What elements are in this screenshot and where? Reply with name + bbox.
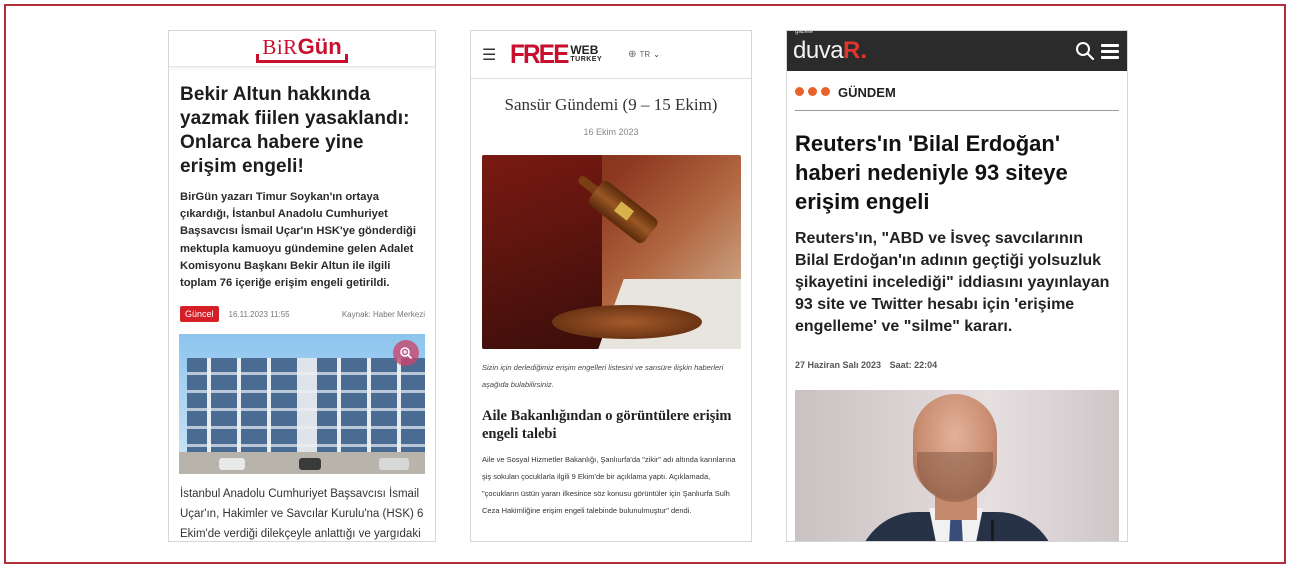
freeweb-date: 16 Ekim 2023	[583, 127, 639, 137]
birgun-meta: Güncel 16.11.2023 11:55 Kaynak: Haber Me…	[169, 292, 435, 323]
freeweb-header: ☰ FREE WEB TURKEY ⊕ TR ⌄	[471, 31, 751, 79]
category-dots-icon	[795, 83, 834, 101]
duvar-header: gazete duva R.	[787, 31, 1127, 71]
search-icon[interactable]	[1075, 41, 1095, 61]
hamburger-menu-icon[interactable]: ☰	[482, 45, 496, 65]
globe-icon: ⊕	[628, 49, 637, 60]
duvar-logo-dot: .	[860, 37, 868, 64]
duvar-article-panel: gazete duva R. GÜNDEM Reuters'ın 'Bilal E…	[786, 30, 1128, 542]
freeweb-caption: Sizin için derlediğimiz erişim engelleri…	[482, 363, 724, 389]
freeweb-body-text: Aile ve Sosyal Hizmetler Bakanlığı, Şanl…	[482, 455, 736, 515]
duvar-headline: Reuters'ın 'Bilal Erdoğan' haberi nedeni…	[795, 131, 1068, 214]
birgun-category-tag[interactable]: Güncel	[180, 306, 219, 323]
birgun-source: Kaynak: Haber Merkezi	[341, 309, 425, 319]
birgun-date: 16.11.2023 11:55	[228, 309, 290, 319]
birgun-courthouse-photo[interactable]	[179, 334, 425, 475]
duvar-category[interactable]: GÜNDEM	[787, 71, 1127, 101]
birgun-lead: BirGün yazarı Timur Soykan'ın ortaya çık…	[180, 191, 416, 290]
duvar-logo-duva: duva	[793, 37, 844, 64]
duvar-logo[interactable]: gazete duva R.	[793, 31, 868, 65]
birgun-logo-gun: Gün	[297, 34, 342, 59]
duvar-date: 27 Haziran Salı 2023	[795, 360, 882, 370]
freeweb-article-panel: ☰ FREE WEB TURKEY ⊕ TR ⌄ Sansür Gündemi …	[470, 30, 752, 542]
birgun-body-text: İstanbul Anadolu Cumhuriyet Başsavcısı İ…	[180, 488, 424, 541]
duvar-meta: 27 Haziran Salı 2023 Saat: 22:04	[787, 338, 1127, 370]
freeweb-logo-turkey: TURKEY	[570, 55, 603, 63]
duvar-logo-gazete: gazete	[795, 30, 814, 35]
birgun-logo[interactable]: BiR Gün	[256, 34, 349, 63]
hamburger-menu-icon[interactable]	[1101, 43, 1119, 59]
language-selector[interactable]: ⊕ TR ⌄	[628, 49, 660, 60]
beard	[917, 452, 993, 502]
birgun-logo-bir: BiR	[262, 35, 298, 59]
duvar-lead: Reuters'ın, "ABD ve İsveç savcılarının B…	[795, 230, 1110, 335]
chevron-down-icon: ⌄	[653, 50, 660, 59]
birgun-article-panel: BiR Gün Bekir Altun hakkında yazmak fiile…	[168, 30, 436, 542]
birgun-header: BiR Gün	[169, 31, 435, 67]
duvar-time: Saat: 22:04	[889, 360, 938, 370]
freeweb-logo-free: FREE	[510, 39, 569, 69]
duvar-category-label: GÜNDEM	[838, 84, 896, 100]
freeweb-subhead: Aile Bakanlığından o görüntülere erişim …	[482, 408, 732, 442]
birgun-headline: Bekir Altun hakkında yazmak fiilen yasak…	[180, 84, 410, 177]
freeweb-gavel-photo	[482, 155, 741, 349]
freeweb-logo[interactable]: FREE WEB TURKEY	[510, 39, 602, 70]
language-label: TR	[639, 50, 651, 59]
courthouse-building	[187, 358, 425, 457]
freeweb-title: Sansür Gündemi (9 – 15 Ekim)	[504, 95, 718, 114]
duvar-portrait-photo	[795, 390, 1119, 541]
freeweb-logo-web: WEB	[570, 42, 599, 57]
microphone	[991, 520, 994, 541]
gavel-block	[552, 305, 702, 339]
duvar-logo-r: R	[843, 37, 861, 64]
